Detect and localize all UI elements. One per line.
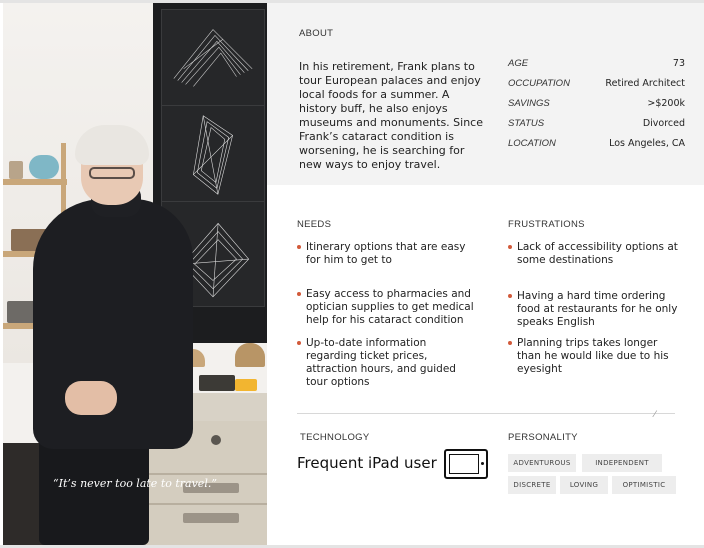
list-item: Up-to-date information regarding ticket … [297,337,477,389]
artwork [161,105,265,205]
persona-photo: “It’s never too late to travel.” [3,3,267,545]
fact-value: Divorced [642,118,685,129]
fact-value: Los Angeles, CA [609,138,685,149]
fact-label: AGE [508,58,529,69]
fact-label: STATUS [508,118,545,129]
about-heading: ABOUT [299,28,334,39]
fact-value: >$200k [647,98,685,109]
tablet-icon [444,449,488,479]
technology-heading: TECHNOLOGY [300,432,370,443]
personality-tag: OPTIMISTIC [612,476,676,494]
artwork [161,9,265,109]
fact-occupation: OCCUPATION Retired Architect [508,78,688,98]
fact-location: LOCATION Los Angeles, CA [508,138,688,158]
person-hands [65,381,117,415]
fact-value: Retired Architect [605,78,685,89]
divider-mark: ⁄ [654,410,656,420]
needs-heading: NEEDS [297,219,332,230]
fact-age: AGE 73 [508,58,688,78]
frustrations-list: Lack of accessibility options at some de… [508,241,680,376]
fact-status: STATUS Divorced [508,118,688,138]
personality-tag: DISCRETE [508,476,556,494]
vase [29,155,59,179]
needs-list: Itinerary options that are easy for him … [297,241,477,389]
list-item: Having a hard time ordering food at rest… [508,290,680,329]
shelf [3,179,67,185]
list-item: Planning trips takes longer than he woul… [508,337,680,376]
fact-label: SAVINGS [508,98,550,109]
fact-value: 73 [672,58,685,69]
list-item: Itinerary options that are easy for him … [297,241,477,267]
facts-list: AGE 73 OCCUPATION Retired Architect SAVI… [508,58,688,158]
section-divider [297,413,675,414]
fact-savings: SAVINGS >$200k [508,98,688,118]
persona-quote: “It’s never too late to travel.” [53,477,217,490]
personality-tag: LOVING [560,476,608,494]
glasses [89,167,135,179]
list-item: Easy access to pharmacies and optician s… [297,288,477,327]
fact-label: LOCATION [508,138,556,149]
frustrations-heading: FRUSTRATIONS [508,219,585,230]
person-torso [33,199,193,449]
personality-tag: INDEPENDENT [582,454,662,472]
about-text: In his retirement, Frank plans to tour E… [299,60,483,171]
list-item: Lack of accessibility options at some de… [508,241,680,267]
personality-heading: PERSONALITY [508,432,578,443]
technology-text: Frequent iPad user [297,454,437,472]
persona-card: “It’s never too late to travel.” ABOUT I… [0,0,704,548]
personality-tag: ADVENTUROUS [508,454,576,472]
fact-label: OCCUPATION [508,78,570,89]
